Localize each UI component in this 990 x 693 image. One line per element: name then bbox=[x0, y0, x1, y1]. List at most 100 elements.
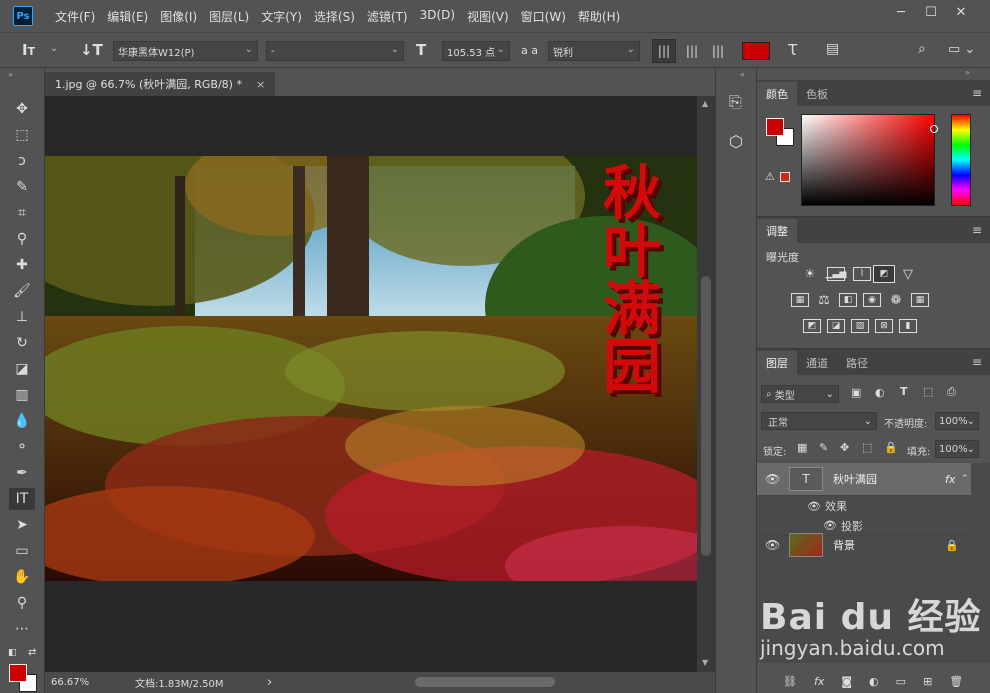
collapse-arrows-icon[interactable]: » bbox=[965, 68, 970, 77]
canvas-area[interactable]: 秋叶满园 bbox=[45, 96, 697, 672]
gamut-color-swatch[interactable] bbox=[780, 172, 790, 182]
selective-color-icon[interactable]: ⊠ bbox=[875, 319, 893, 333]
filter-smart-icon[interactable]: ⎙ bbox=[947, 385, 956, 399]
quick-select-tool-icon[interactable]: ✎ bbox=[9, 176, 35, 198]
new-group-icon[interactable]: ▭ bbox=[896, 675, 906, 688]
eye-icon[interactable]: 👁 bbox=[765, 538, 780, 552]
layer-row-background[interactable]: 👁 背景 🔒 bbox=[757, 529, 971, 562]
minimize-button[interactable]: ─ bbox=[886, 2, 916, 22]
scroll-up-icon[interactable]: ▲ bbox=[702, 99, 708, 108]
3d-panel-icon[interactable]: ⬡ bbox=[729, 132, 743, 151]
layer-filter-select[interactable]: ⌕ 类型 ⌄ bbox=[761, 385, 839, 403]
channel-mixer-icon[interactable]: ❁ bbox=[887, 293, 905, 308]
tab-swatches[interactable]: 色板 bbox=[797, 82, 837, 106]
type-tool-icon[interactable]: IT bbox=[9, 488, 35, 510]
black-white-icon[interactable]: ◧ bbox=[839, 293, 857, 307]
text-color-swatch[interactable] bbox=[742, 42, 770, 60]
workspace-icon[interactable]: ▭ ⌄ bbox=[948, 42, 975, 57]
vertical-scroll-thumb[interactable] bbox=[701, 276, 711, 556]
warp-text-icon[interactable]: Ꚍ bbox=[788, 41, 797, 59]
brightness-icon[interactable]: ☀ bbox=[801, 267, 819, 282]
character-panel-icon[interactable]: ▤ bbox=[826, 41, 839, 57]
font-family-select[interactable]: 华康黑体W12(P) ⌄ bbox=[113, 41, 258, 61]
eyedropper-tool-icon[interactable]: ⚲ bbox=[9, 228, 35, 250]
vibrance-icon[interactable]: ▽ bbox=[899, 267, 917, 282]
chevron-up-icon[interactable]: ⌃ bbox=[961, 474, 969, 484]
lock-position-icon[interactable]: ✥ bbox=[840, 441, 849, 454]
effects-row[interactable]: 👁 效果 bbox=[757, 496, 971, 516]
vertical-scrollbar[interactable]: ▲ ▼ bbox=[697, 96, 715, 672]
tab-color[interactable]: 颜色 bbox=[757, 82, 797, 106]
maximize-button[interactable]: ☐ bbox=[916, 2, 946, 22]
crop-tool-icon[interactable]: ⌗ bbox=[9, 202, 35, 224]
zoom-level[interactable]: 66.67% bbox=[51, 677, 89, 688]
eye-icon[interactable]: 👁 bbox=[807, 500, 821, 513]
curves-icon[interactable]: ⌇ bbox=[853, 267, 871, 281]
lock-all-icon[interactable]: 🔒 bbox=[884, 441, 898, 454]
tab-paths[interactable]: 路径 bbox=[837, 351, 877, 375]
healing-brush-icon[interactable]: ✚ bbox=[9, 254, 35, 276]
marquee-tool-icon[interactable]: ⬚ bbox=[9, 124, 35, 146]
panel-menu-icon[interactable]: ≡ bbox=[972, 223, 982, 237]
lock-artboard-icon[interactable]: ⬚ bbox=[862, 441, 872, 454]
zoom-tool-icon[interactable]: ⚲ bbox=[9, 592, 35, 614]
layer-name[interactable]: 秋叶满园 bbox=[833, 471, 877, 487]
menu-type[interactable]: 文字(Y) bbox=[255, 8, 308, 25]
invert-icon[interactable]: ◩ bbox=[803, 319, 821, 333]
stamp-tool-icon[interactable]: ⊥ bbox=[9, 306, 35, 328]
default-colors-icon[interactable]: ◧ bbox=[8, 648, 17, 658]
more-tools-icon[interactable]: ⋯ bbox=[9, 618, 35, 640]
menu-select[interactable]: 选择(S) bbox=[308, 8, 361, 25]
panel-menu-icon[interactable]: ≡ bbox=[972, 355, 982, 369]
autumn-title-text[interactable]: 秋叶满园 bbox=[593, 162, 661, 394]
gradient-map-icon[interactable]: ▮ bbox=[899, 319, 917, 333]
tab-layers[interactable]: 图层 bbox=[757, 351, 797, 375]
lasso-tool-icon[interactable]: ↄ bbox=[9, 150, 35, 172]
history-panel-icon[interactable]: ⎘ bbox=[729, 92, 742, 112]
menu-layer[interactable]: 图层(L) bbox=[203, 8, 255, 25]
saturation-field[interactable] bbox=[801, 114, 938, 206]
pen-tool-icon[interactable]: ✒ bbox=[9, 462, 35, 484]
filter-adjustment-icon[interactable]: ◐ bbox=[875, 386, 885, 399]
menu-help[interactable]: 帮助(H) bbox=[572, 8, 626, 25]
scroll-down-icon[interactable]: ▼ bbox=[702, 658, 708, 667]
align-center-button[interactable]: ||| bbox=[680, 39, 704, 63]
filter-shape-icon[interactable]: ⬚ bbox=[923, 385, 933, 398]
tab-adjustments[interactable]: 调整 bbox=[757, 219, 797, 243]
history-brush-icon[interactable]: ↻ bbox=[9, 332, 35, 354]
status-menu-arrow-icon[interactable]: › bbox=[267, 675, 272, 690]
layer-row-text[interactable]: 👁 T 秋叶满园 fx ⌃ bbox=[757, 463, 971, 496]
menu-window[interactable]: 窗口(W) bbox=[515, 8, 572, 25]
exposure-icon[interactable]: ◩ bbox=[873, 265, 895, 283]
photo-filter-icon[interactable]: ◉ bbox=[863, 293, 881, 307]
antialias-select[interactable]: 锐利 ⌄ bbox=[548, 41, 640, 61]
dodge-tool-icon[interactable]: ⚬ bbox=[9, 436, 35, 458]
foreground-color-swatch[interactable] bbox=[9, 664, 27, 682]
threshold-icon[interactable]: ▨ bbox=[851, 319, 869, 333]
panel-fg-color[interactable] bbox=[766, 118, 784, 136]
menu-edit[interactable]: 编辑(E) bbox=[101, 8, 154, 25]
font-style-select[interactable]: - ⌄ bbox=[266, 41, 404, 61]
link-layers-icon[interactable]: ⛓ bbox=[783, 675, 797, 688]
menu-view[interactable]: 视图(V) bbox=[461, 8, 515, 25]
path-select-tool-icon[interactable]: ➤ bbox=[9, 514, 35, 536]
delete-layer-icon[interactable]: 🗑 bbox=[949, 675, 963, 688]
tab-channels[interactable]: 通道 bbox=[797, 351, 837, 375]
align-bottom-button[interactable]: ||| bbox=[706, 39, 730, 63]
eye-icon[interactable]: 👁 bbox=[765, 472, 780, 486]
add-style-icon[interactable]: fx bbox=[814, 675, 824, 688]
vertical-type-tool-icon[interactable]: IT bbox=[22, 41, 35, 59]
close-button[interactable]: ✕ bbox=[946, 2, 976, 22]
move-tool-icon[interactable]: ✥ bbox=[9, 98, 35, 120]
eraser-tool-icon[interactable]: ◪ bbox=[9, 358, 35, 380]
fx-badge[interactable]: fx bbox=[945, 473, 955, 486]
hand-tool-icon[interactable]: ✋ bbox=[9, 566, 35, 588]
autumn-photo[interactable]: 秋叶满园 bbox=[45, 156, 697, 581]
lock-brush-icon[interactable]: ✎ bbox=[819, 441, 828, 454]
new-layer-icon[interactable]: ⊞ bbox=[923, 675, 932, 688]
filter-type-icon[interactable]: T bbox=[900, 385, 908, 398]
toggle-orientation-icon[interactable]: ↓T bbox=[80, 41, 103, 59]
posterize-icon[interactable]: ◪ bbox=[827, 319, 845, 333]
align-top-button[interactable]: ||| bbox=[652, 39, 676, 63]
menu-3d[interactable]: 3D(D) bbox=[414, 8, 461, 25]
